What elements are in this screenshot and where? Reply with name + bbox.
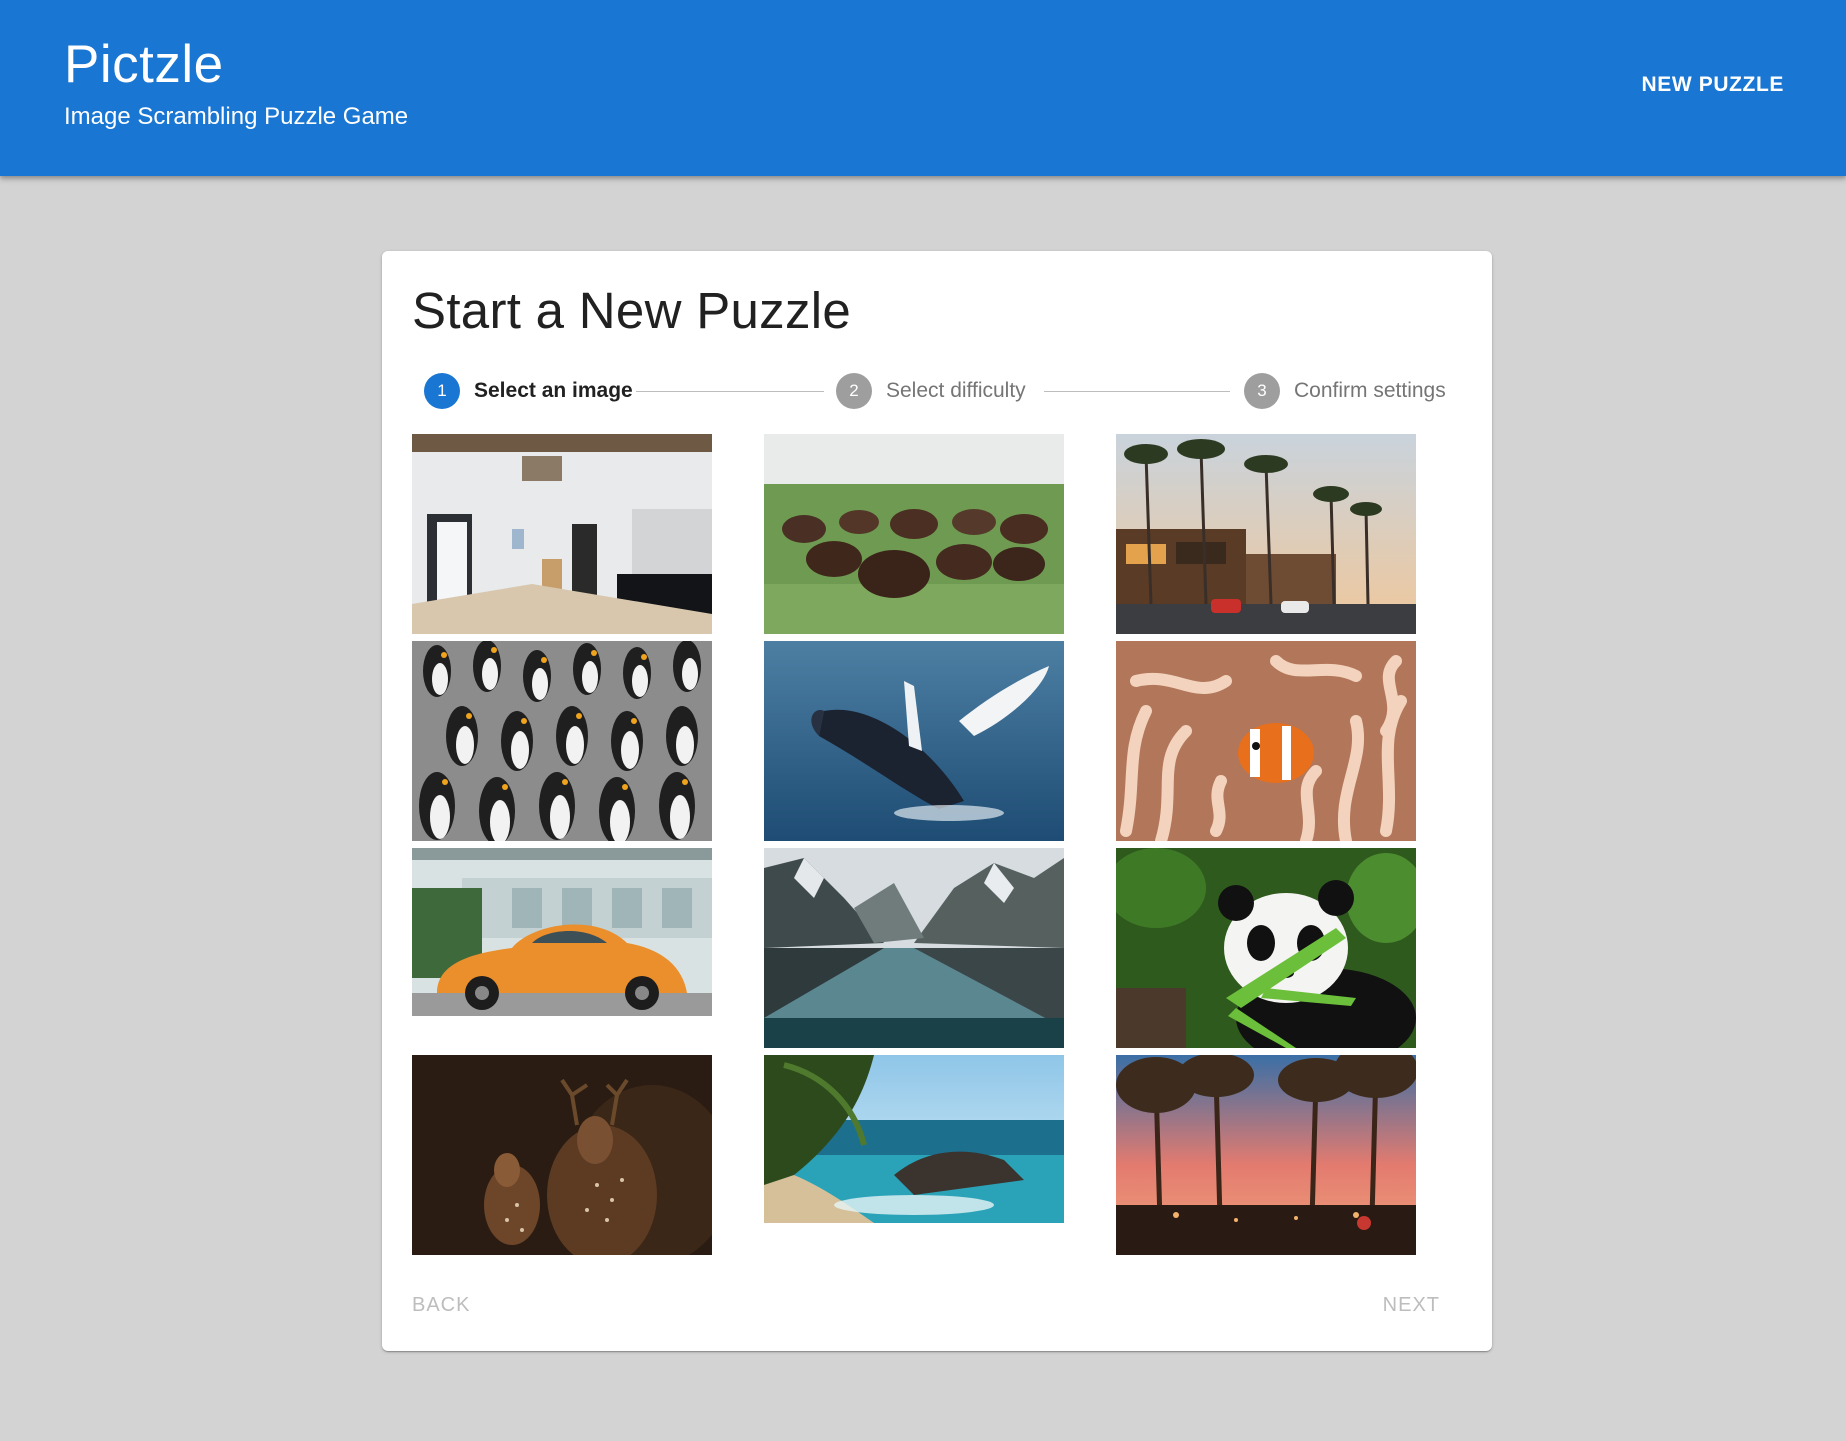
step-2-number: 2 [836, 373, 872, 409]
step-3-number: 3 [1244, 373, 1280, 409]
new-puzzle-card: Start a New Puzzle 1 Select an image 2 S… [382, 251, 1492, 1351]
deer-family-image[interactable] [412, 1055, 712, 1255]
stepper: 1 Select an image 2 Select difficulty 3 … [424, 371, 1464, 411]
step-1-label: Select an image [474, 379, 633, 402]
step-confirm-settings[interactable]: 3 Confirm settings [1244, 371, 1446, 411]
beach-town-palms-image[interactable] [1116, 434, 1416, 634]
step-connector [1044, 391, 1230, 392]
back-button[interactable]: BACK [394, 1283, 488, 1327]
bison-herd-image[interactable] [764, 434, 1064, 634]
coastal-cove-image[interactable] [764, 1055, 1064, 1223]
penguin-colony-image[interactable] [412, 641, 712, 841]
new-puzzle-button[interactable]: NEW PUZZLE [1624, 60, 1803, 110]
step-select-image[interactable]: 1 Select an image [424, 371, 633, 411]
step-2-label: Select difficulty [886, 379, 1026, 402]
page-title: Start a New Puzzle [412, 282, 852, 339]
step-3-label: Confirm settings [1294, 379, 1446, 402]
panda-bamboo-image[interactable] [1116, 848, 1416, 1048]
mountain-lake-image[interactable] [764, 848, 1064, 1048]
breaching-whale-image[interactable] [764, 641, 1064, 841]
step-select-difficulty[interactable]: 2 Select difficulty [836, 371, 1026, 411]
clownfish-anemone-image[interactable] [1116, 641, 1416, 841]
next-button[interactable]: NEXT [1365, 1283, 1458, 1327]
interior-room-image[interactable] [412, 434, 712, 634]
app-subtitle: Image Scrambling Puzzle Game [64, 103, 409, 130]
step-1-number: 1 [424, 373, 460, 409]
app-bar: Pictzle Image Scrambling Puzzle Game NEW… [0, 0, 1846, 176]
palm-street-sunset-image[interactable] [1116, 1055, 1416, 1255]
app-title: Pictzle [64, 35, 224, 94]
step-connector [636, 391, 824, 392]
orange-beetle-car-image[interactable] [412, 848, 712, 1016]
